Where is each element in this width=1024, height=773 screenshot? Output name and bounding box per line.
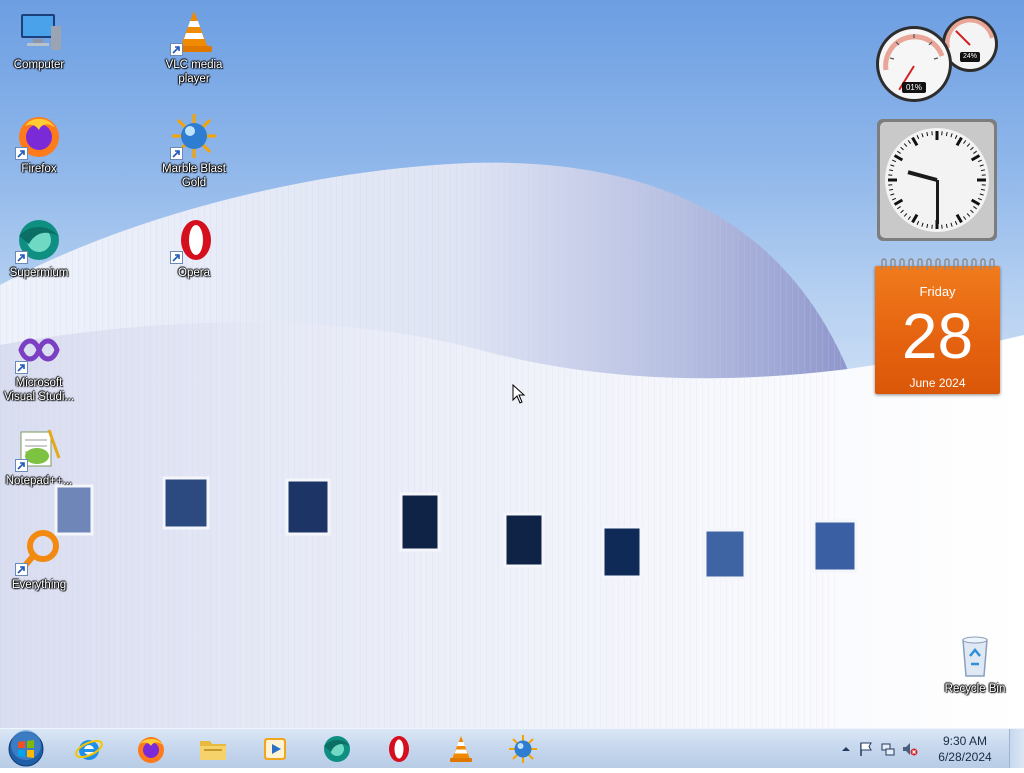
- desktop-icon-supermium[interactable]: Supermium: [1, 216, 77, 280]
- notification-area: 9:30 AM 6/28/2024: [834, 729, 1024, 769]
- windows-orb-icon: [4, 730, 48, 768]
- shortcut-arrow-icon: [15, 147, 28, 160]
- taskbar-internet-explorer[interactable]: [66, 732, 112, 766]
- show-desktop-button[interactable]: [1009, 729, 1024, 768]
- taskbar-clock[interactable]: 9:30 AM 6/28/2024: [930, 733, 1000, 765]
- taskbar-media-player[interactable]: [252, 732, 298, 766]
- supermium-icon: [15, 216, 63, 264]
- taskbar-marble-blast[interactable]: [500, 732, 546, 766]
- show-hidden-icons-arrow-icon[interactable]: [838, 741, 854, 757]
- desktop-icon-label: Supermium: [1, 266, 77, 280]
- calendar-day-number: 28: [875, 302, 1000, 370]
- desktop-icon-visual-studio[interactable]: Microsoft Visual Studi...: [1, 326, 77, 404]
- desktop-icon-label: Computer: [1, 58, 77, 72]
- taskbar-opera[interactable]: [376, 732, 422, 766]
- shortcut-arrow-icon: [170, 251, 183, 264]
- desktop-icon-label: Marble Blast Gold: [156, 162, 232, 190]
- calendar-month-year: June 2024: [875, 376, 1000, 390]
- action-center-flag-icon[interactable]: [858, 741, 874, 757]
- calendar-page: Friday 28 June 2024: [875, 266, 1000, 394]
- calendar-weekday: Friday: [875, 284, 1000, 299]
- vlc-icon: [170, 8, 218, 56]
- desktop-icon-label: Recycle Bin: [937, 682, 1013, 696]
- visual-studio-icon: [15, 326, 63, 374]
- shortcut-arrow-icon: [170, 43, 183, 56]
- taskbar: 9:30 AM 6/28/2024: [0, 728, 1024, 768]
- desktop[interactable]: Computer VLC media player Firefox Marble…: [0, 0, 1024, 728]
- vlc-icon: [446, 734, 476, 764]
- desktop-icon-label: VLC media player: [156, 58, 232, 86]
- taskbar-file-explorer[interactable]: [190, 732, 236, 766]
- cpu-meter-gadget[interactable]: 01% 24%: [874, 8, 1000, 104]
- opera-icon: [170, 216, 218, 264]
- desktop-icon-label: Everything: [1, 578, 77, 592]
- desktop-icon-vlc[interactable]: VLC media player: [156, 8, 232, 86]
- mouse-cursor-icon: [512, 384, 526, 404]
- cpu-value: 01%: [902, 82, 926, 93]
- taskbar-vlc[interactable]: [438, 732, 484, 766]
- clock-gadget[interactable]: [876, 118, 998, 242]
- desktop-icon-marble-blast[interactable]: Marble Blast Gold: [156, 112, 232, 190]
- desktop-icon-everything[interactable]: Everything: [1, 528, 77, 592]
- supermium-icon: [322, 734, 352, 764]
- calendar-gadget[interactable]: Friday 28 June 2024: [875, 258, 1000, 394]
- everything-search-icon: [15, 528, 63, 576]
- internet-explorer-icon: [74, 734, 104, 764]
- shortcut-arrow-icon: [15, 361, 28, 374]
- firefox-icon: [136, 734, 166, 764]
- marble-blast-icon: [170, 112, 218, 160]
- minute-hand: [936, 180, 939, 224]
- marble-blast-icon: [508, 734, 538, 764]
- start-button[interactable]: [4, 730, 48, 768]
- media-player-icon: [260, 734, 290, 764]
- desktop-icon-label: Notepad++...: [1, 474, 77, 488]
- taskbar-supermium[interactable]: [314, 732, 360, 766]
- volume-muted-icon[interactable]: [902, 741, 918, 757]
- taskbar-time: 9:30 AM: [930, 733, 1000, 749]
- folder-icon: [198, 734, 228, 764]
- recycle-bin-icon: [951, 632, 999, 680]
- firefox-icon: [15, 112, 63, 160]
- shortcut-arrow-icon: [15, 251, 28, 264]
- notepad-plus-plus-icon: [15, 424, 63, 472]
- desktop-icon-label: Firefox: [1, 162, 77, 176]
- desktop-icon-label: Opera: [156, 266, 232, 280]
- taskbar-firefox[interactable]: [128, 732, 174, 766]
- desktop-icon-recycle-bin[interactable]: Recycle Bin: [937, 632, 1013, 696]
- network-icon[interactable]: [880, 741, 896, 757]
- shortcut-arrow-icon: [15, 563, 28, 576]
- shortcut-arrow-icon: [170, 147, 183, 160]
- taskbar-date: 6/28/2024: [930, 749, 1000, 765]
- memory-value: 24%: [960, 52, 980, 62]
- computer-icon: [15, 8, 63, 56]
- shortcut-arrow-icon: [15, 459, 28, 472]
- desktop-icon-firefox[interactable]: Firefox: [1, 112, 77, 176]
- desktop-icon-computer[interactable]: Computer: [1, 8, 77, 72]
- desktop-icon-opera[interactable]: Opera: [156, 216, 232, 280]
- desktop-icon-label: Microsoft Visual Studi...: [1, 376, 77, 404]
- opera-icon: [384, 734, 414, 764]
- desktop-icon-notepad-plus-plus[interactable]: Notepad++...: [1, 424, 77, 488]
- calendar-rings: [879, 258, 996, 270]
- wallpaper: [0, 0, 1024, 728]
